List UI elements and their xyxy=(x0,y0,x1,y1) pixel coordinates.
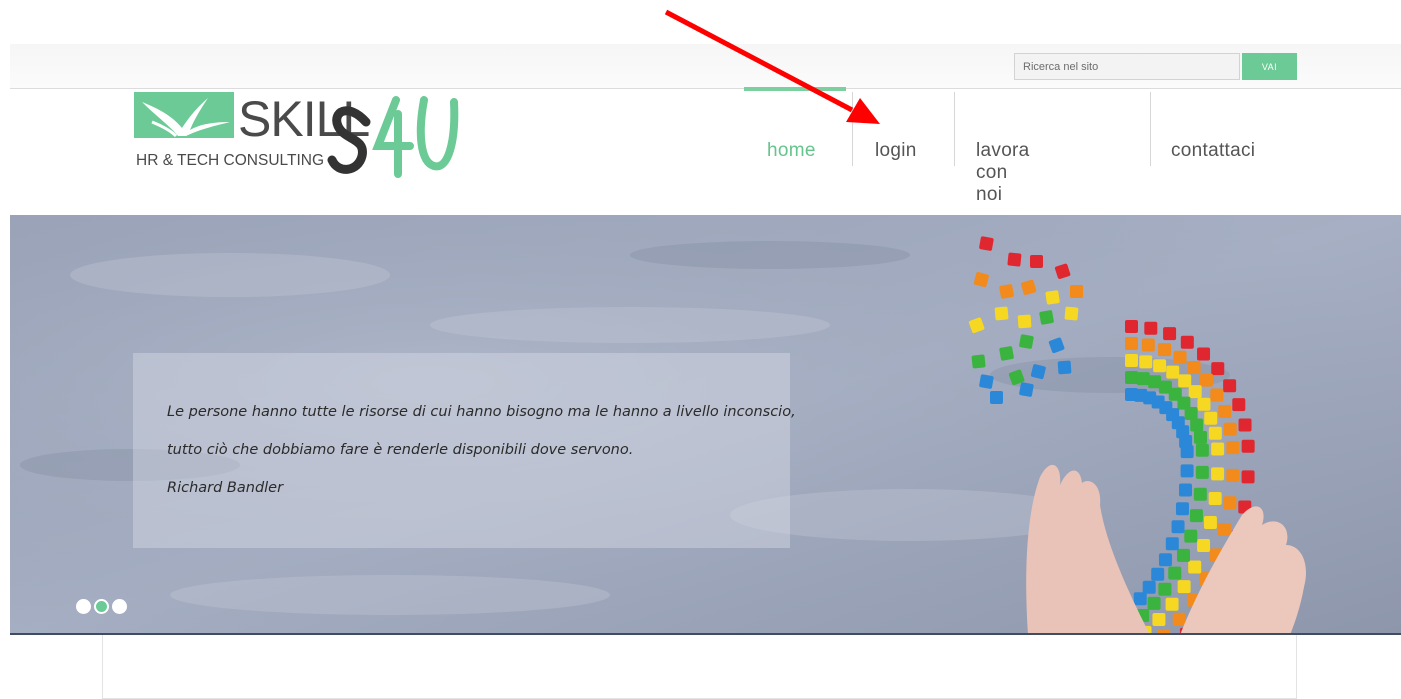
nav-item-lavora-con-noi[interactable]: lavora con noi xyxy=(976,140,1030,206)
logo-tagline: HR & TECH CONSULTING xyxy=(136,152,324,169)
slider-dot[interactable] xyxy=(112,599,127,614)
nav-item-home[interactable]: home xyxy=(767,140,816,162)
quote-text-line: Le persone hanno tutte le risorse di cui… xyxy=(167,404,796,420)
slider-dot[interactable] xyxy=(76,599,91,614)
quote-text-line: tutto ciò che dobbiamo fare è renderle d… xyxy=(167,442,634,458)
nav-active-indicator xyxy=(744,87,846,91)
quote-author: Richard Bandler xyxy=(167,480,284,496)
content-box xyxy=(102,635,1297,699)
quote-box: Le persone hanno tutte le risorse di cui… xyxy=(133,353,796,548)
search-input[interactable] xyxy=(1014,53,1240,80)
logo-graphic: SKILL HR & TECH CONSULTING xyxy=(134,91,459,178)
nav-divider xyxy=(954,92,955,166)
hero-slider: Le persone hanno tutte le risorse di cui… xyxy=(10,215,1401,635)
nav-item-contattaci[interactable]: contattaci xyxy=(1171,140,1255,162)
search-button[interactable]: VAI xyxy=(1242,53,1297,80)
nav-divider xyxy=(1150,92,1151,166)
slider-dot-active[interactable] xyxy=(94,599,109,614)
nav-item-login[interactable]: login xyxy=(875,140,917,162)
logo[interactable]: SKILL HR & TECH CONSULTING xyxy=(134,91,464,178)
nav-divider xyxy=(852,92,853,166)
